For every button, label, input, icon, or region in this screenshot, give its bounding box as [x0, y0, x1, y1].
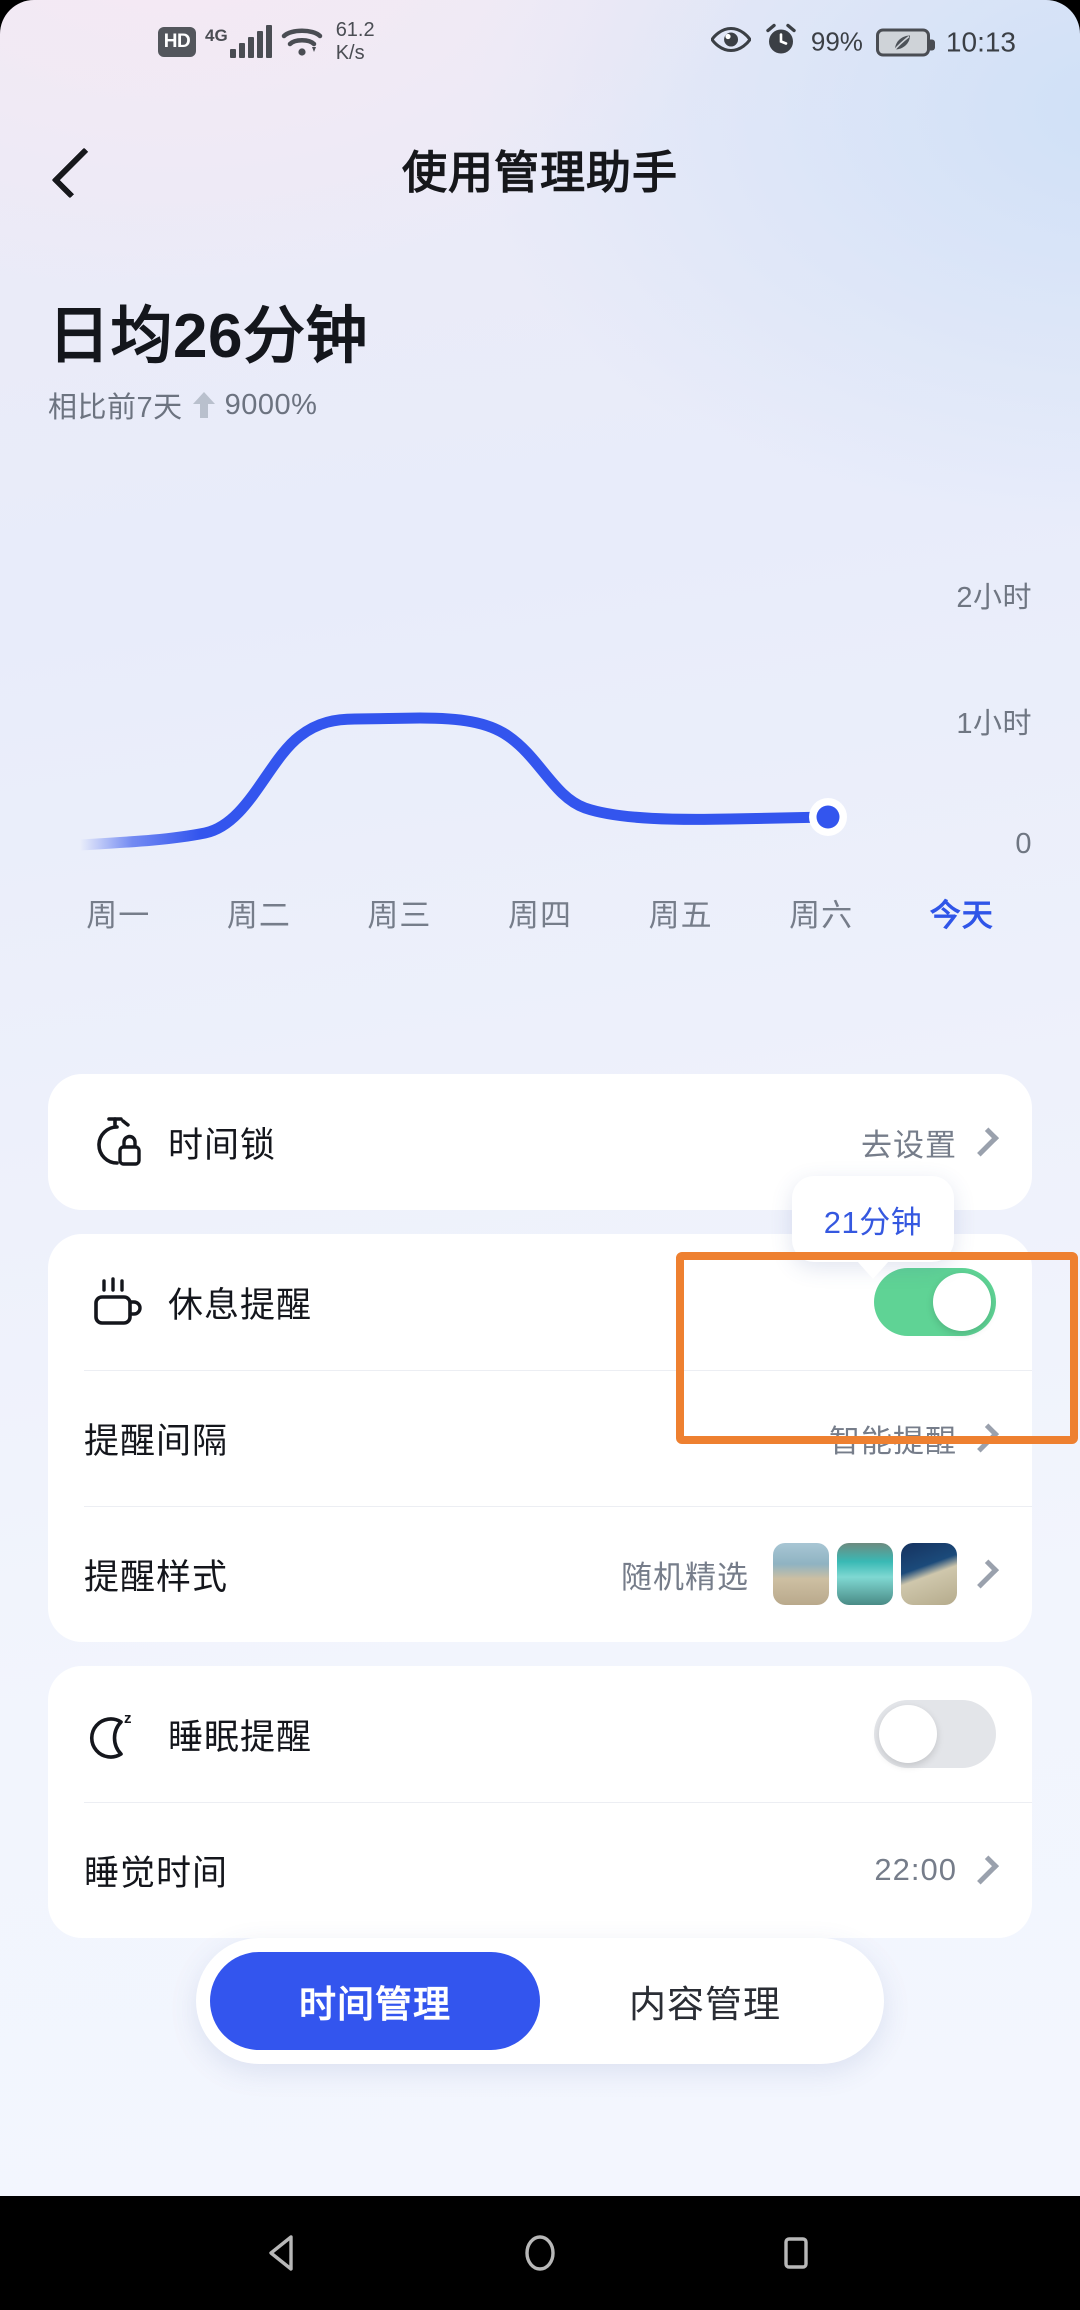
comparison-label: 相比前7天: [48, 392, 183, 424]
status-bar-left: HD 4G 61.2 K/s: [158, 19, 375, 65]
row-reminder-style[interactable]: 提醒样式 随机精选: [48, 1506, 1032, 1642]
signal-bars-icon: [229, 25, 272, 58]
row-value-time-lock: 去设置: [861, 1127, 957, 1163]
stopwatch-lock-icon: [84, 1111, 146, 1173]
row-right-reminder-interval: 智能提醒: [829, 1416, 999, 1461]
row-label-bedtime: 睡觉时间: [84, 1853, 229, 1893]
rest-reminder-card: 休息提醒 提醒间隔 智能提醒 提醒样式 随机精选: [48, 1234, 1032, 1642]
coffee-cup-icon: [84, 1271, 146, 1333]
day-tab-mon[interactable]: 周一: [48, 890, 189, 935]
chevron-right-icon: [970, 1423, 999, 1453]
page-title: 使用管理助手: [401, 147, 678, 198]
row-label-sleep-reminder: 睡眠提醒: [168, 1717, 313, 1757]
row-right-rest-reminder: [874, 1268, 996, 1336]
network-type-label: 4G: [205, 26, 228, 45]
network-speed-unit: K/s: [335, 42, 365, 64]
chevron-right-icon: [970, 1127, 999, 1157]
chevron-right-icon: [970, 1855, 999, 1885]
row-label-reminder-interval: 提醒间隔: [84, 1421, 229, 1461]
lighthouse-thumbnail: [773, 1543, 829, 1605]
usage-line-chart: [74, 712, 847, 851]
arrow-up-icon: [192, 392, 215, 418]
row-sleep-reminder[interactable]: z 睡眠提醒: [48, 1666, 1032, 1802]
network-speed-value: 61.2: [335, 19, 375, 41]
moon-sleep-icon: z: [84, 1703, 146, 1765]
row-value-reminder-style: 随机精选: [621, 1559, 749, 1595]
back-triangle-icon[interactable]: [256, 2225, 312, 2281]
row-right-time-lock: 去设置: [861, 1120, 999, 1165]
app-header: 使用管理助手: [0, 118, 1080, 228]
svg-text:z: z: [124, 1710, 132, 1727]
row-right-sleep-reminder: [874, 1700, 996, 1768]
day-tab-wed[interactable]: 周三: [329, 890, 470, 935]
wifi-icon: [281, 25, 323, 59]
reminder-style-thumbnails: [773, 1543, 957, 1605]
chevron-right-icon: [970, 1559, 999, 1589]
day-tab-today[interactable]: 今天: [891, 890, 1032, 935]
home-circle-icon[interactable]: [512, 2225, 568, 2281]
usage-chart: 2小时 1小时 0 21分钟: [0, 520, 1080, 1262]
comparison-change-label: 9000%: [224, 388, 318, 421]
chart-tooltip: 21分钟: [792, 1176, 954, 1262]
tab-time-management[interactable]: 时间管理: [210, 1952, 540, 2050]
day-tab-fri[interactable]: 周五: [610, 890, 751, 935]
hd-icon: HD: [158, 27, 196, 57]
bottom-tab-bar: 时间管理 内容管理: [196, 1938, 884, 2064]
day-tab-tue[interactable]: 周二: [189, 890, 330, 935]
row-right-bedtime: 22:00: [874, 1852, 999, 1888]
day-selector: 周一 周二 周三 周四 周五 周六 今天: [0, 890, 1080, 935]
signal-strength-icon: 4G: [205, 25, 272, 58]
waterfall-thumbnail: [837, 1543, 893, 1605]
row-label-rest-reminder: 休息提醒: [168, 1285, 313, 1325]
battery-icon: [875, 28, 935, 56]
usage-summary: 日均26分钟 相比前7天 9000%: [48, 300, 368, 426]
row-label-reminder-style: 提醒样式: [84, 1557, 229, 1597]
day-tab-thu[interactable]: 周四: [470, 890, 611, 935]
recents-square-icon[interactable]: [768, 2225, 824, 2281]
sleep-reminder-card: z 睡眠提醒 睡觉时间 22:00: [48, 1666, 1032, 1938]
system-navigation-bar: [0, 2196, 1080, 2310]
tab-content-management[interactable]: 内容管理: [540, 1952, 870, 2050]
row-value-bedtime: 22:00: [874, 1852, 957, 1887]
row-right-reminder-style: 随机精选: [621, 1543, 999, 1605]
phone-screen: HD 4G 61.2 K/s 99% 10:13 使用管理助手 日均26分钟 相…: [0, 0, 1080, 2310]
status-bar: HD 4G 61.2 K/s 99% 10:13: [0, 0, 1080, 84]
day-tab-sat[interactable]: 周六: [751, 890, 892, 935]
toggle-knob: [933, 1273, 991, 1331]
comparison-row: 相比前7天 9000%: [48, 384, 368, 426]
row-label-time-lock: 时间锁: [168, 1125, 277, 1165]
row-value-reminder-interval: 智能提醒: [829, 1423, 957, 1459]
network-speed-label: 61.2 K/s: [336, 19, 375, 65]
daily-average-label: 日均26分钟: [48, 302, 368, 371]
eye-comfort-icon: [710, 26, 752, 59]
row-bedtime[interactable]: 睡觉时间 22:00: [48, 1802, 1032, 1938]
battery-percent-label: 99%: [810, 26, 863, 57]
app-surface: HD 4G 61.2 K/s 99% 10:13 使用管理助手 日均26分钟 相…: [0, 0, 1080, 2196]
row-reminder-interval[interactable]: 提醒间隔 智能提醒: [48, 1370, 1032, 1506]
rest-reminder-toggle[interactable]: [874, 1268, 996, 1336]
coastline-thumbnail: [901, 1543, 957, 1605]
alarm-clock-icon: [764, 23, 798, 62]
status-bar-right: 99% 10:13: [710, 23, 1016, 62]
sleep-reminder-toggle[interactable]: [874, 1700, 996, 1768]
clock-label: 10:13: [945, 26, 1016, 57]
toggle-knob: [879, 1705, 937, 1763]
